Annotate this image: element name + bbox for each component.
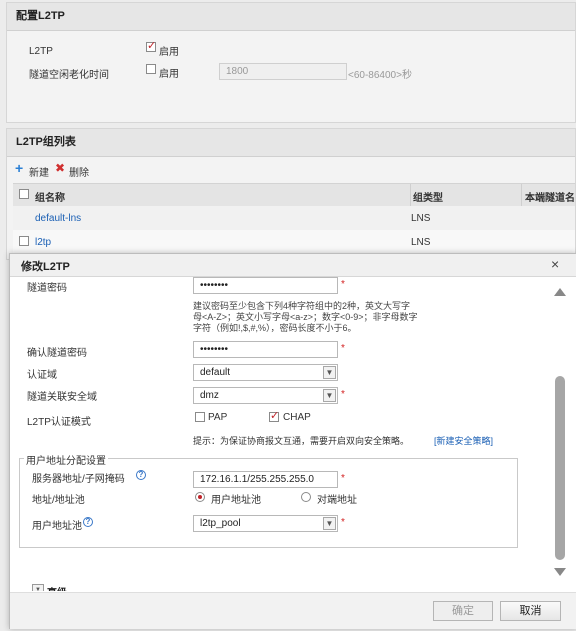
auth-domain-label: 认证域 — [27, 370, 57, 381]
idle-enable-checkbox[interactable] — [146, 64, 156, 74]
auth-domain-select[interactable]: default ▼ — [193, 364, 338, 381]
delete-button-label: 删除 — [69, 168, 89, 179]
pap-label: PAP — [208, 412, 228, 423]
scroll-down-icon[interactable] — [554, 568, 566, 576]
password-hint: 建议密码至少包含下列4种字符组中的2种，英文大写字 母<A-Z>；英文小写字母<… — [193, 301, 453, 334]
chap-checkbox[interactable] — [269, 409, 279, 422]
row-checkbox[interactable] — [19, 236, 29, 246]
required-mark: * — [341, 473, 345, 484]
dialog-title: 修改L2TP — [21, 261, 70, 273]
config-l2tp-title: 配置L2TP — [7, 3, 575, 31]
scrollbar-thumb[interactable] — [555, 376, 565, 560]
l2tp-group-title: L2TP组列表 — [7, 129, 575, 157]
auth-domain-value: default — [200, 367, 231, 378]
advanced-label: 高级 — [47, 584, 67, 591]
password-hint-line: 母<A-Z>；英文小写字母<a-z>；数字<0-9>；非字母数字 — [193, 312, 418, 322]
server-address-input[interactable]: 172.16.1.1/255.255.255.0 — [193, 471, 338, 488]
confirm-password-input[interactable]: •••••••• — [193, 341, 338, 358]
address-pool-label: 地址/地址池 — [32, 495, 85, 506]
l2tp-enable-checkbox[interactable] — [146, 39, 156, 52]
required-mark: * — [341, 517, 345, 528]
table-row[interactable]: default-lns LNS — [13, 206, 575, 231]
col-group-type: 组类型 — [413, 193, 443, 204]
password-hint-line: 字符（例如!,$,#,%），密码长度不小于6。 — [193, 323, 357, 333]
chevron-down-icon[interactable]: ▼ — [323, 517, 336, 530]
idle-enable-label: 启用 — [159, 69, 179, 80]
group-name-link[interactable]: default-lns — [35, 213, 81, 224]
delete-x-icon: ✖ — [55, 161, 66, 175]
security-zone-label: 隧道关联安全域 — [27, 392, 97, 403]
ok-button[interactable]: 确定 — [433, 601, 493, 621]
modify-l2tp-dialog: 修改L2TP × 隧道密码 •••••••• * 建议密码至少包含下列4种字符组… — [9, 253, 576, 629]
l2tp-label: L2TP — [29, 46, 53, 57]
password-hint-line: 建议密码至少包含下列4种字符组中的2种，英文大写字 — [193, 301, 411, 311]
dialog-scrollbar[interactable] — [554, 284, 568, 580]
select-all-checkbox[interactable] — [19, 189, 29, 199]
group-table-header: 组名称 组类型 本端隧道名 — [13, 183, 575, 207]
security-zone-select[interactable]: dmz ▼ — [193, 387, 338, 404]
pap-checkbox[interactable] — [195, 412, 205, 422]
col-local-tunnel: 本端隧道名 — [525, 193, 575, 204]
policy-hint: 提示：为保证协商报文互通，需要开启双向安全策略。 — [193, 436, 410, 446]
col-group-name: 组名称 — [35, 193, 65, 204]
plus-icon: + — [15, 160, 24, 176]
user-pool-select[interactable]: l2tp_pool ▼ — [193, 515, 338, 532]
new-policy-link[interactable]: [新建安全策略] — [434, 434, 493, 447]
group-type-cell: LNS — [411, 237, 431, 248]
chevron-down-icon[interactable]: ▼ — [323, 366, 336, 379]
user-pool-label: 用户地址池 — [32, 521, 82, 532]
dialog-footer: 确定 取消 — [10, 592, 576, 629]
tunnel-password-input[interactable]: •••••••• — [193, 277, 338, 294]
tunnel-password-label: 隧道密码 — [27, 283, 67, 294]
chevron-down-icon[interactable]: ▼ — [323, 389, 336, 402]
server-address-label: 服务器地址/子网掩码 — [32, 474, 125, 485]
group-name-link[interactable]: l2tp — [35, 237, 51, 248]
table-row[interactable]: l2tp LNS — [13, 230, 575, 255]
confirm-password-label: 确认隧道密码 — [27, 348, 87, 359]
peer-address-radio[interactable] — [301, 492, 311, 502]
address-allocation-group: 用户地址分配设置 服务器地址/子网掩码 ? 172.16.1.1/255.255… — [19, 452, 518, 548]
dialog-header: 修改L2TP × — [10, 254, 576, 277]
required-mark: * — [341, 343, 345, 354]
required-mark: * — [341, 389, 345, 400]
chap-label: CHAP — [283, 412, 311, 423]
config-l2tp-panel: 配置L2TP L2TP 启用 隧道空闲老化时间 启用 1800 <60-8640… — [6, 2, 576, 123]
user-pool-option-label: 用户地址池 — [211, 495, 261, 506]
dialog-body: 隧道密码 •••••••• * 建议密码至少包含下列4种字符组中的2种，英文大写… — [10, 277, 555, 591]
help-icon[interactable]: ? — [83, 517, 93, 527]
address-allocation-title: 用户地址分配设置 — [24, 452, 108, 467]
idle-timeout-label: 隧道空闲老化时间 — [29, 70, 109, 81]
security-zone-value: dmz — [200, 390, 219, 401]
l2tp-group-panel: L2TP组列表 + 新建 ✖ 删除 组名称 组类型 本端隧道名 default-… — [6, 128, 576, 260]
expand-icon: ▼ — [32, 584, 44, 591]
user-pool-radio[interactable] — [195, 492, 205, 502]
new-button-label: 新建 — [29, 168, 49, 179]
advanced-toggle[interactable]: ▼ 高级 — [32, 584, 92, 591]
l2tp-enable-label: 启用 — [159, 47, 179, 58]
required-mark: * — [341, 279, 345, 290]
help-icon[interactable]: ? — [136, 470, 146, 480]
scroll-up-icon[interactable] — [554, 288, 566, 296]
peer-address-option-label: 对端地址 — [317, 495, 357, 506]
cancel-button[interactable]: 取消 — [500, 601, 561, 621]
idle-timeout-hint: <60-86400>秒 — [348, 70, 412, 81]
col-divider — [521, 184, 522, 206]
idle-timeout-input[interactable]: 1800 — [219, 63, 347, 80]
close-icon[interactable]: × — [551, 256, 559, 272]
auth-mode-label: L2TP认证模式 — [27, 417, 91, 428]
group-type-cell: LNS — [411, 213, 431, 224]
user-pool-value: l2tp_pool — [200, 518, 241, 529]
col-divider — [410, 184, 411, 206]
